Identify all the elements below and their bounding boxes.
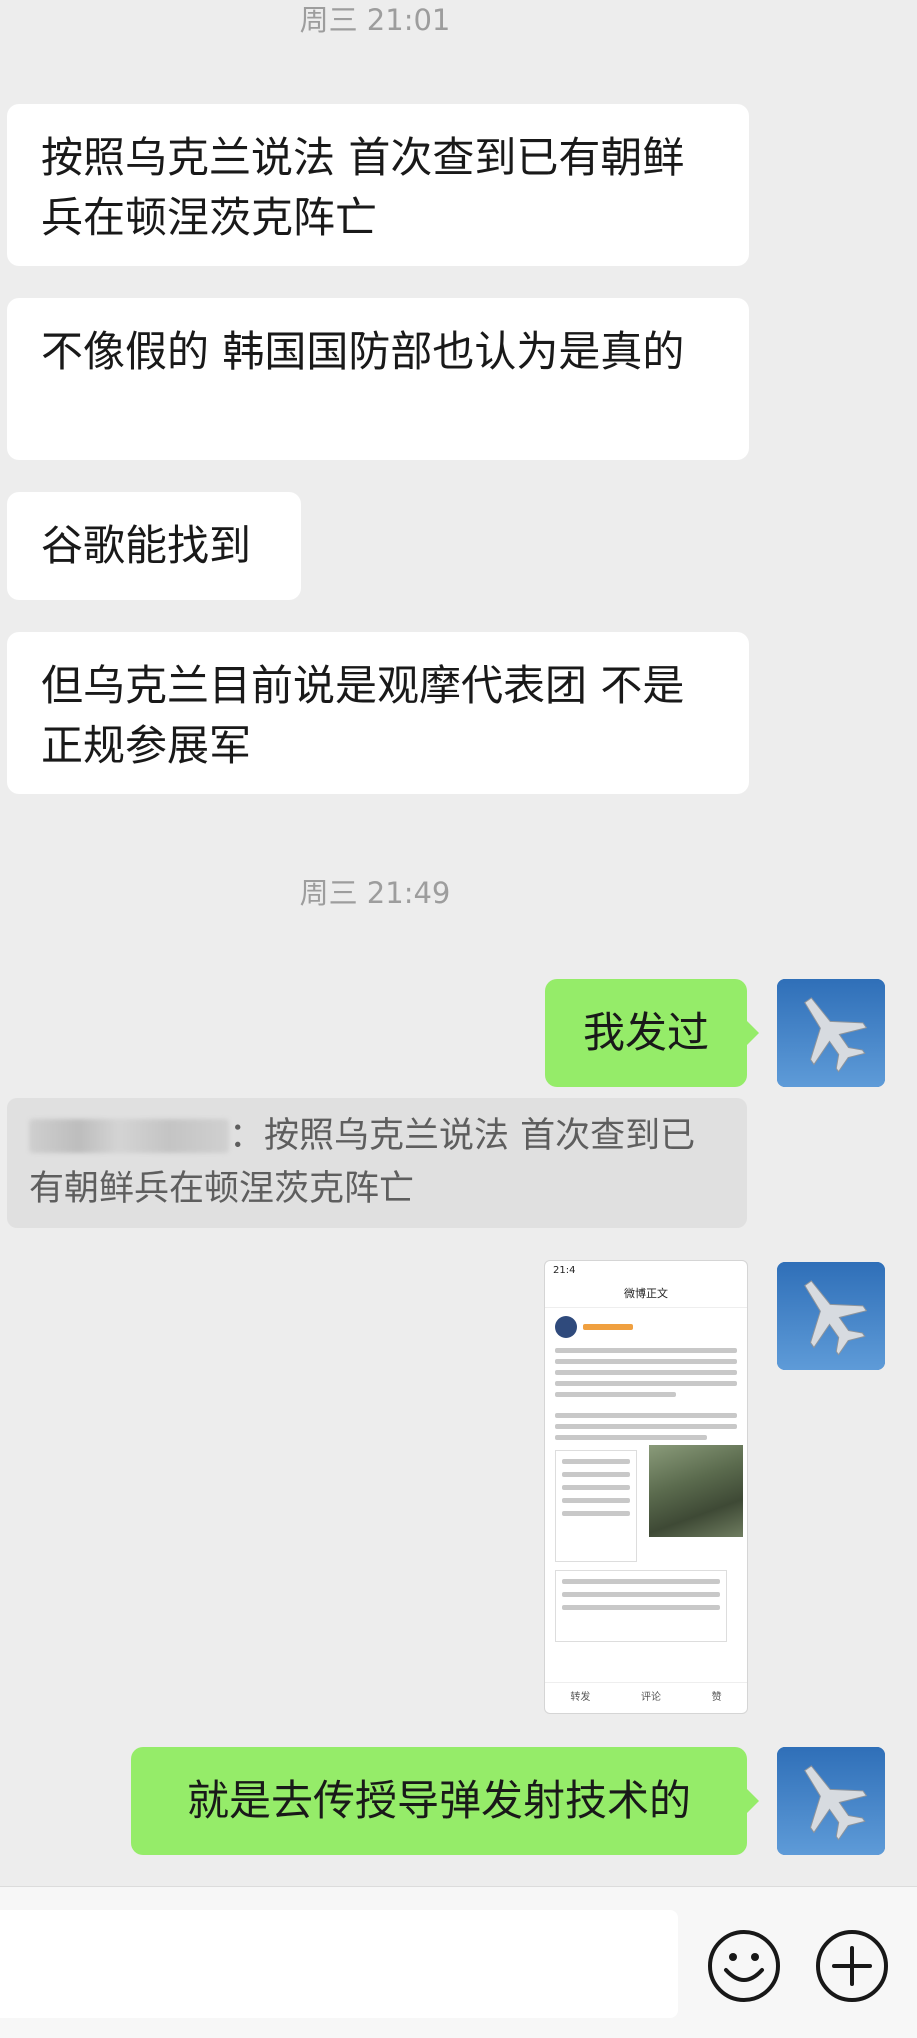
user-avatar[interactable]: [777, 1747, 885, 1855]
image-message[interactable]: 21:4 微博正文 转发 评论 赞: [544, 1260, 748, 1714]
message-input[interactable]: [0, 1910, 678, 2018]
quoted-message[interactable]: ：按照乌克兰说法 首次查到已有朝鲜兵在顿涅茨克阵亡: [7, 1098, 747, 1228]
blurred-sender-name: [29, 1119, 229, 1153]
thumb-nav-title: 微博正文: [545, 1281, 747, 1308]
incoming-message-bubble[interactable]: 不像假的 韩国国防部也认为是真的: [7, 298, 749, 460]
thumb-footer: 转发 评论 赞: [545, 1682, 747, 1713]
outgoing-message-bubble[interactable]: 我发过: [545, 979, 759, 1087]
soldiers-photo: [649, 1445, 743, 1537]
user-avatar[interactable]: [777, 1262, 885, 1370]
jet-icon: [777, 1262, 885, 1370]
incoming-message-bubble[interactable]: 按照乌克兰说法 首次查到已有朝鲜兵在顿涅茨克阵亡: [7, 104, 749, 266]
jet-icon: [777, 979, 885, 1087]
outgoing-message-bubble[interactable]: 就是去传授导弹发射技术的: [131, 1747, 759, 1855]
jet-icon: [777, 1747, 885, 1855]
plus-icon[interactable]: [814, 1928, 890, 2004]
timestamp: 周三 21:49: [299, 876, 451, 910]
timestamp: 周三 21:01: [299, 3, 451, 37]
user-avatar[interactable]: [777, 979, 885, 1087]
thumb-status-bar: 21:4: [553, 1265, 576, 1276]
emoji-icon[interactable]: [706, 1928, 782, 2004]
incoming-message-bubble[interactable]: 但乌克兰目前说是观摩代表团 不是正规参展军: [7, 632, 749, 794]
incoming-message-bubble[interactable]: 谷歌能找到: [7, 492, 301, 600]
